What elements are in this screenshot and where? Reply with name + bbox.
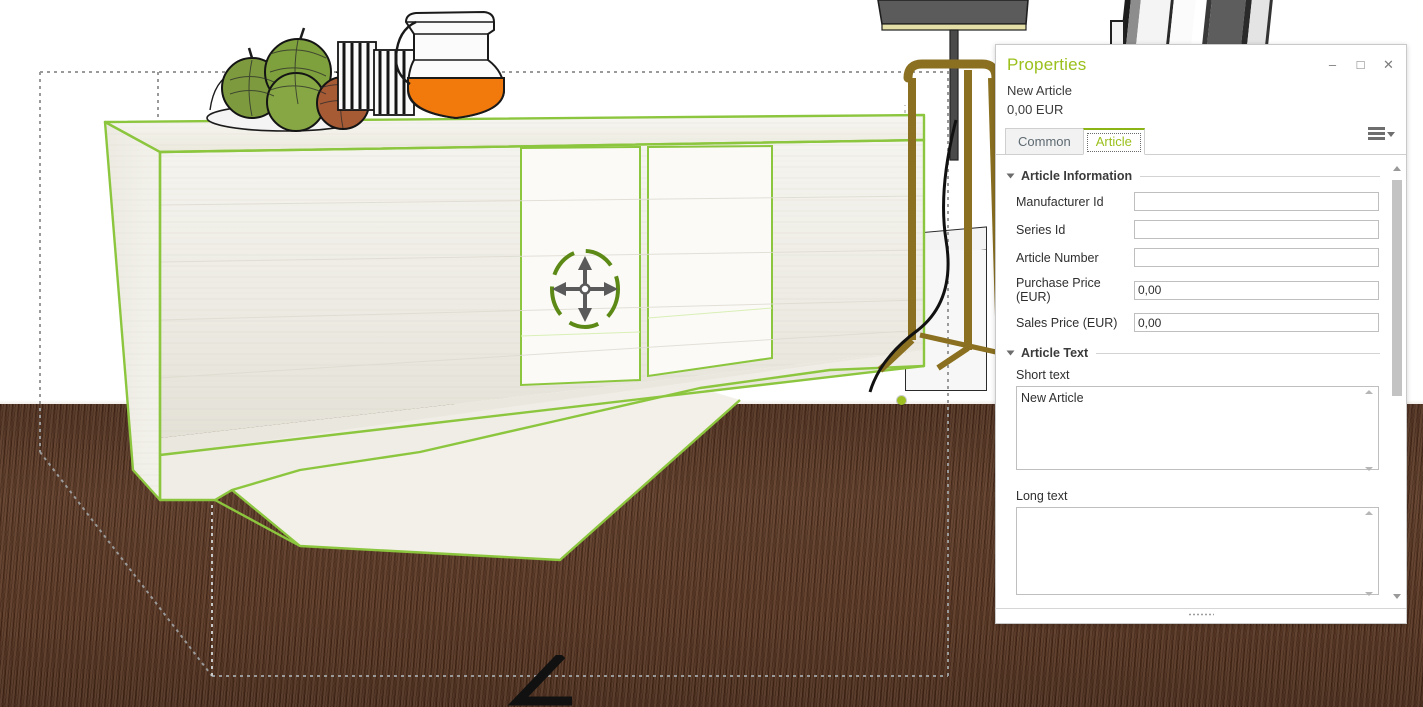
long-text-label: Long text — [1016, 489, 1068, 503]
panel-footer — [996, 608, 1406, 623]
collapse-arrow-icon[interactable] — [1006, 350, 1015, 356]
tab-article[interactable]: Article — [1082, 128, 1145, 155]
field-label: Article Number — [1016, 250, 1099, 265]
field-label: Purchase Price (EUR) — [1016, 276, 1101, 304]
scroll-up-arrow-icon[interactable] — [1391, 163, 1403, 174]
juice-pitcher[interactable] — [392, 0, 507, 122]
panel-subheader: New Article 0,00 EUR — [996, 75, 1406, 119]
focus-outline — [1086, 133, 1141, 152]
close-icon[interactable]: ✕ — [1379, 55, 1398, 74]
section-title: Article Information — [1021, 169, 1133, 183]
tab-common[interactable]: Common — [1005, 128, 1084, 155]
section-divider — [1140, 175, 1380, 177]
field-row-purchase-price[interactable]: Purchase Price (EUR) — [1016, 276, 1406, 304]
section-header-article-text[interactable]: Article Text — [1006, 346, 1406, 360]
floor-marking — [507, 655, 572, 706]
section-divider — [1096, 352, 1380, 354]
article-number-input[interactable] — [1134, 248, 1379, 267]
field-row-manufacturer-id[interactable]: Manufacturer Id — [1016, 192, 1406, 211]
collapse-arrow-icon[interactable] — [1006, 173, 1015, 179]
long-text-textarea[interactable] — [1016, 507, 1379, 595]
tab-bar[interactable]: Common Article — [1005, 128, 1406, 155]
minimize-icon[interactable]: – — [1323, 55, 1342, 74]
field-row-article-number[interactable]: Article Number — [1016, 248, 1406, 267]
resize-grip[interactable] — [1188, 613, 1214, 616]
panel-scrollbar[interactable] — [1391, 163, 1403, 602]
move-gizmo[interactable] — [545, 248, 625, 330]
properties-panel[interactable]: Properties – □ ✕ New Article 0,00 EUR Co… — [995, 44, 1407, 624]
field-label: Sales Price (EUR) — [1016, 315, 1118, 330]
scrollbar-thumb[interactable] — [1392, 180, 1402, 396]
scrollbar-track[interactable] — [1391, 174, 1403, 591]
field-row-series-id[interactable]: Series Id — [1016, 220, 1406, 239]
field-label: Series Id — [1016, 222, 1066, 237]
section-header-article-information[interactable]: Article Information — [1006, 169, 1406, 183]
window-controls: – □ ✕ — [1323, 55, 1398, 74]
manufacturer-id-input[interactable] — [1134, 192, 1379, 211]
scroll-down-arrow-icon[interactable] — [1391, 591, 1403, 602]
purchase-price-input[interactable] — [1134, 280, 1379, 300]
long-text-wrapper[interactable] — [1016, 507, 1379, 600]
field-row-sales-price[interactable]: Sales Price (EUR) — [1016, 313, 1406, 332]
article-name-label: New Article — [1007, 83, 1073, 98]
article-price-label: 0,00 EUR — [1007, 102, 1064, 117]
sales-price-input[interactable] — [1134, 313, 1379, 332]
panel-form-body[interactable]: Article Information Manufacturer Id Seri… — [996, 155, 1406, 608]
short-text-label: Short text — [1016, 368, 1070, 382]
short-text-textarea[interactable] — [1016, 386, 1379, 470]
snap-point-marker — [897, 396, 906, 405]
short-text-wrapper[interactable] — [1016, 386, 1379, 475]
series-id-input[interactable] — [1134, 220, 1379, 239]
field-label: Manufacturer Id — [1016, 194, 1104, 209]
maximize-icon[interactable]: □ — [1351, 55, 1370, 74]
section-title: Article Text — [1021, 346, 1089, 360]
